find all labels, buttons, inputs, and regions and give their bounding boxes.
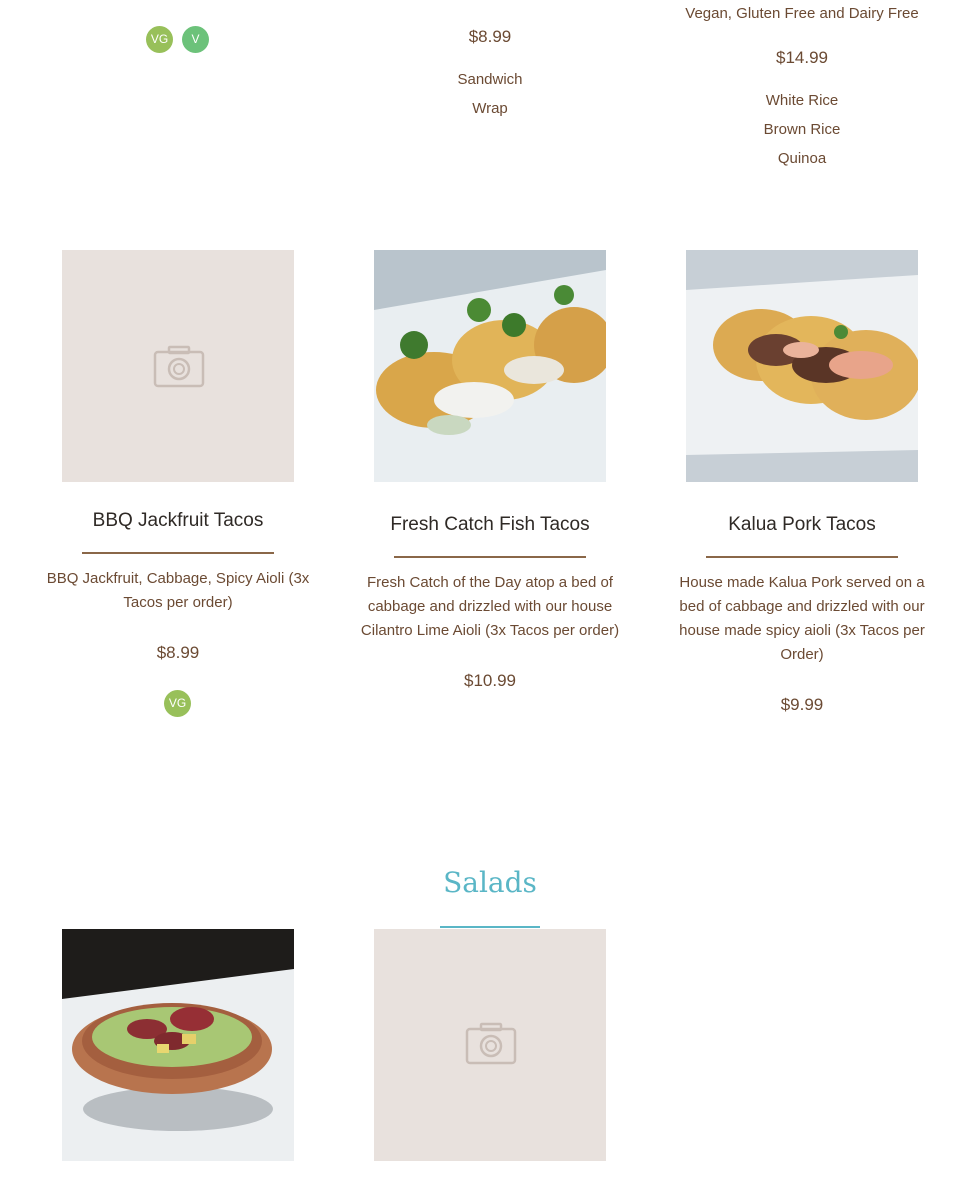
- diet-note: Vegan, Gluten Free and Dairy Free: [685, 5, 919, 22]
- option-brown-rice[interactable]: Brown Rice: [652, 115, 952, 144]
- section-divider: [440, 926, 540, 928]
- title-divider: [82, 552, 274, 554]
- item-price: $9.99: [780, 695, 824, 714]
- menu-item-top-right: Vegan, Gluten Free and Dairy Free $14.99…: [652, 5, 952, 173]
- option-sandwich[interactable]: Sandwich: [340, 65, 640, 94]
- kalua-pork-tacos-photo[interactable]: [686, 250, 918, 482]
- item-title: BBQ Jackfruit Tacos: [92, 510, 264, 531]
- item-description: Fresh Catch of the Day atop a bed of cab…: [360, 574, 620, 639]
- fish-tacos-image: [374, 250, 606, 482]
- salad-bowl-photo[interactable]: [62, 929, 294, 1161]
- item-image-placeholder[interactable]: [62, 250, 294, 482]
- item-price: $10.99: [464, 671, 516, 690]
- section-heading-salads: Salads: [443, 866, 537, 899]
- salad-bowl-image: [62, 929, 294, 1161]
- title-divider: [394, 556, 586, 558]
- option-white-rice[interactable]: White Rice: [652, 86, 952, 115]
- menu-item-top-middle: $8.99 Sandwich Wrap: [340, 27, 640, 123]
- item-image-placeholder[interactable]: [374, 929, 606, 1161]
- vegan-badge: VG: [146, 26, 173, 53]
- item-description: House made Kalua Pork served on a bed of…: [679, 574, 925, 663]
- item-price: $8.99: [156, 643, 200, 662]
- item-title: Fresh Catch Fish Tacos: [390, 514, 590, 535]
- item-price: $14.99: [776, 48, 828, 67]
- item-title: Kalua Pork Tacos: [728, 514, 876, 535]
- option-quinoa[interactable]: Quinoa: [652, 144, 952, 173]
- vegan-badge: VG: [164, 690, 191, 717]
- item-price: $8.99: [468, 27, 512, 46]
- kalua-pork-tacos-image: [686, 250, 918, 482]
- fish-tacos-photo[interactable]: [374, 250, 606, 482]
- item-description: BBQ Jackfruit, Cabbage, Spicy Aioli (3x …: [46, 570, 310, 611]
- title-divider: [706, 556, 898, 558]
- option-wrap[interactable]: Wrap: [340, 94, 640, 123]
- vegetarian-badge: V: [182, 26, 209, 53]
- camera-icon: [153, 345, 205, 388]
- camera-icon: [465, 1022, 517, 1065]
